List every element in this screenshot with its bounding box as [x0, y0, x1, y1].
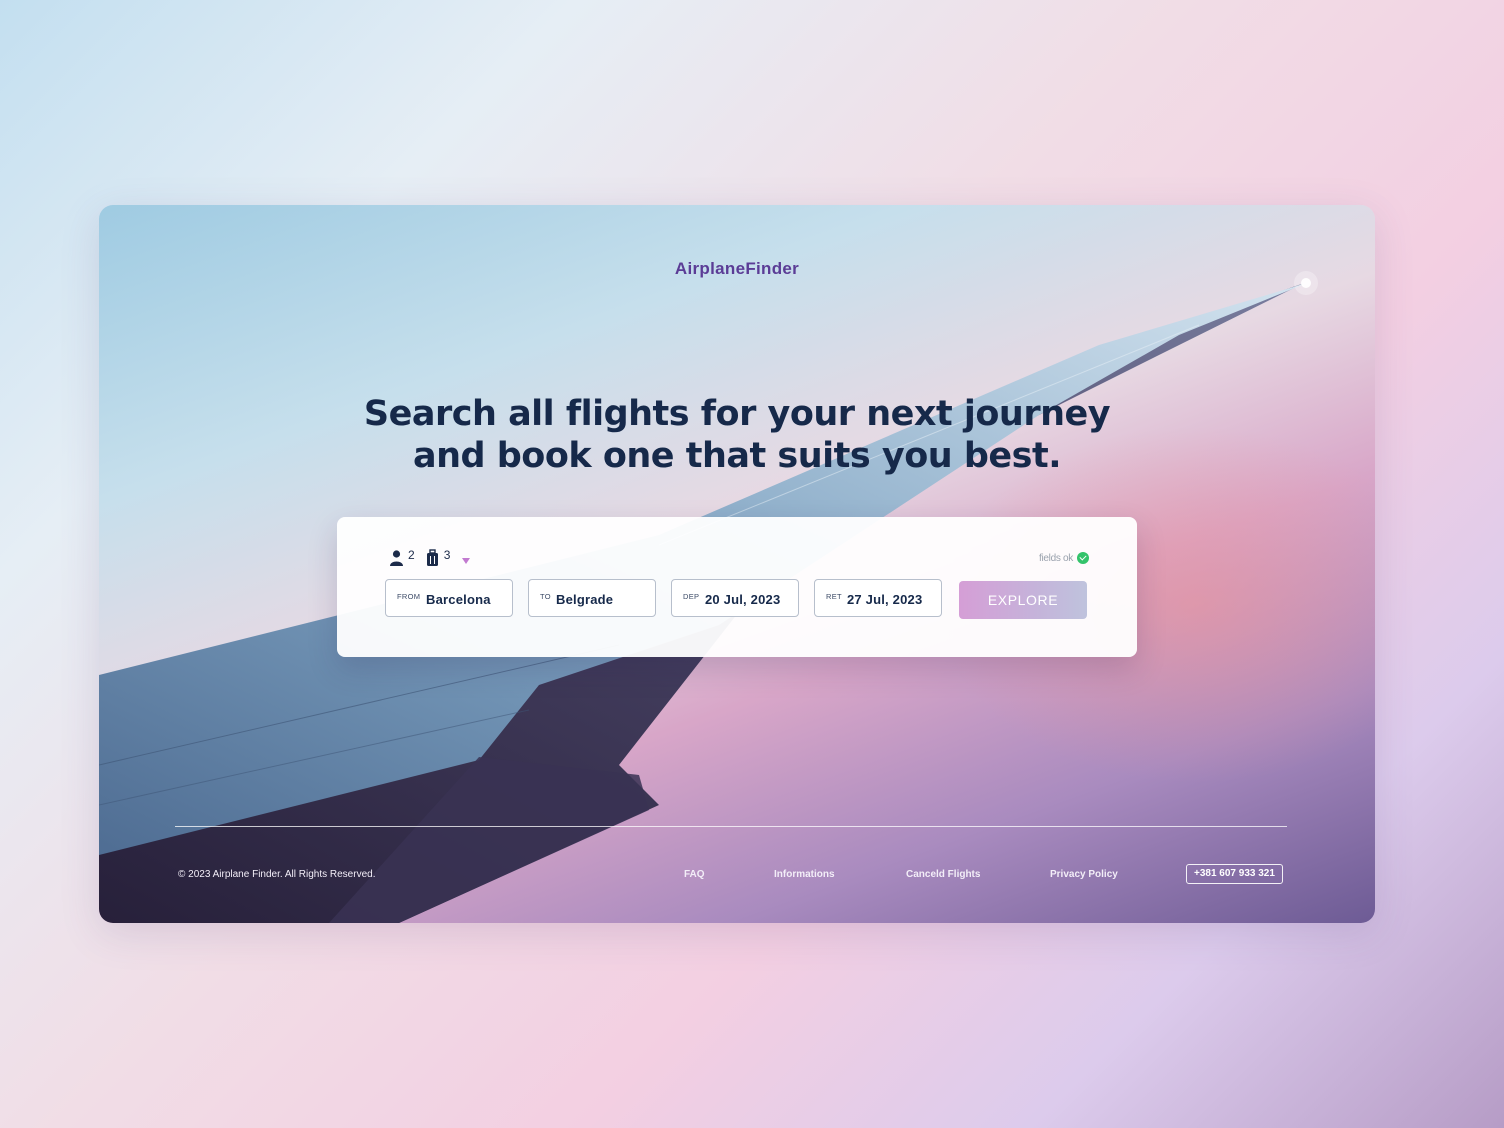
- chevron-down-icon[interactable]: [462, 558, 471, 564]
- hero-card: AirplaneFinder Search all flights for yo…: [99, 205, 1375, 923]
- explore-button[interactable]: EXPLORE: [959, 581, 1087, 619]
- to-value: Belgrade: [556, 592, 614, 607]
- fields-status: fields ok: [1039, 552, 1089, 564]
- luggage-icon: [426, 549, 438, 566]
- return-date-field[interactable]: RET 27 Jul, 2023: [814, 579, 942, 617]
- check-circle-icon: [1077, 552, 1089, 564]
- footer-link-canceled-flights[interactable]: Canceld Flights: [906, 869, 980, 880]
- headline-line-1: Search all flights for your next journey: [363, 394, 1111, 434]
- return-value: 27 Jul, 2023: [847, 592, 923, 607]
- departure-label: DEP: [683, 592, 700, 601]
- footer-link-faq[interactable]: FAQ: [684, 869, 705, 880]
- fields-status-text: fields ok: [1039, 552, 1073, 564]
- footer-divider: [175, 826, 1287, 827]
- passenger-selector[interactable]: 2 3: [389, 548, 471, 569]
- phone-number-button[interactable]: +381 607 933 321: [1186, 864, 1283, 884]
- page-title: Search all flights for your next journey…: [339, 393, 1135, 477]
- from-field[interactable]: FROM Barcelona: [385, 579, 513, 617]
- person-icon: [390, 550, 403, 566]
- return-label: RET: [826, 592, 842, 601]
- passenger-count: 2: [408, 548, 415, 562]
- to-field[interactable]: TO Belgrade: [528, 579, 656, 617]
- copyright-text: © 2023 Airplane Finder. All Rights Reser…: [178, 869, 376, 880]
- from-label: FROM: [397, 592, 421, 601]
- footer: © 2023 Airplane Finder. All Rights Reser…: [99, 864, 1375, 888]
- footer-link-privacy-policy[interactable]: Privacy Policy: [1050, 869, 1118, 880]
- departure-date-field[interactable]: DEP 20 Jul, 2023: [671, 579, 799, 617]
- footer-link-informations[interactable]: Informations: [774, 869, 835, 880]
- headline-line-2: and book one that suits you best.: [412, 436, 1062, 476]
- departure-value: 20 Jul, 2023: [705, 592, 781, 607]
- search-panel: 2 3 fields ok FROM Barcelona TO Belgrade…: [337, 517, 1137, 657]
- to-label: TO: [540, 592, 551, 601]
- from-value: Barcelona: [426, 592, 491, 607]
- bag-count: 3: [443, 548, 451, 562]
- brand-logo[interactable]: AirplaneFinder: [99, 259, 1375, 279]
